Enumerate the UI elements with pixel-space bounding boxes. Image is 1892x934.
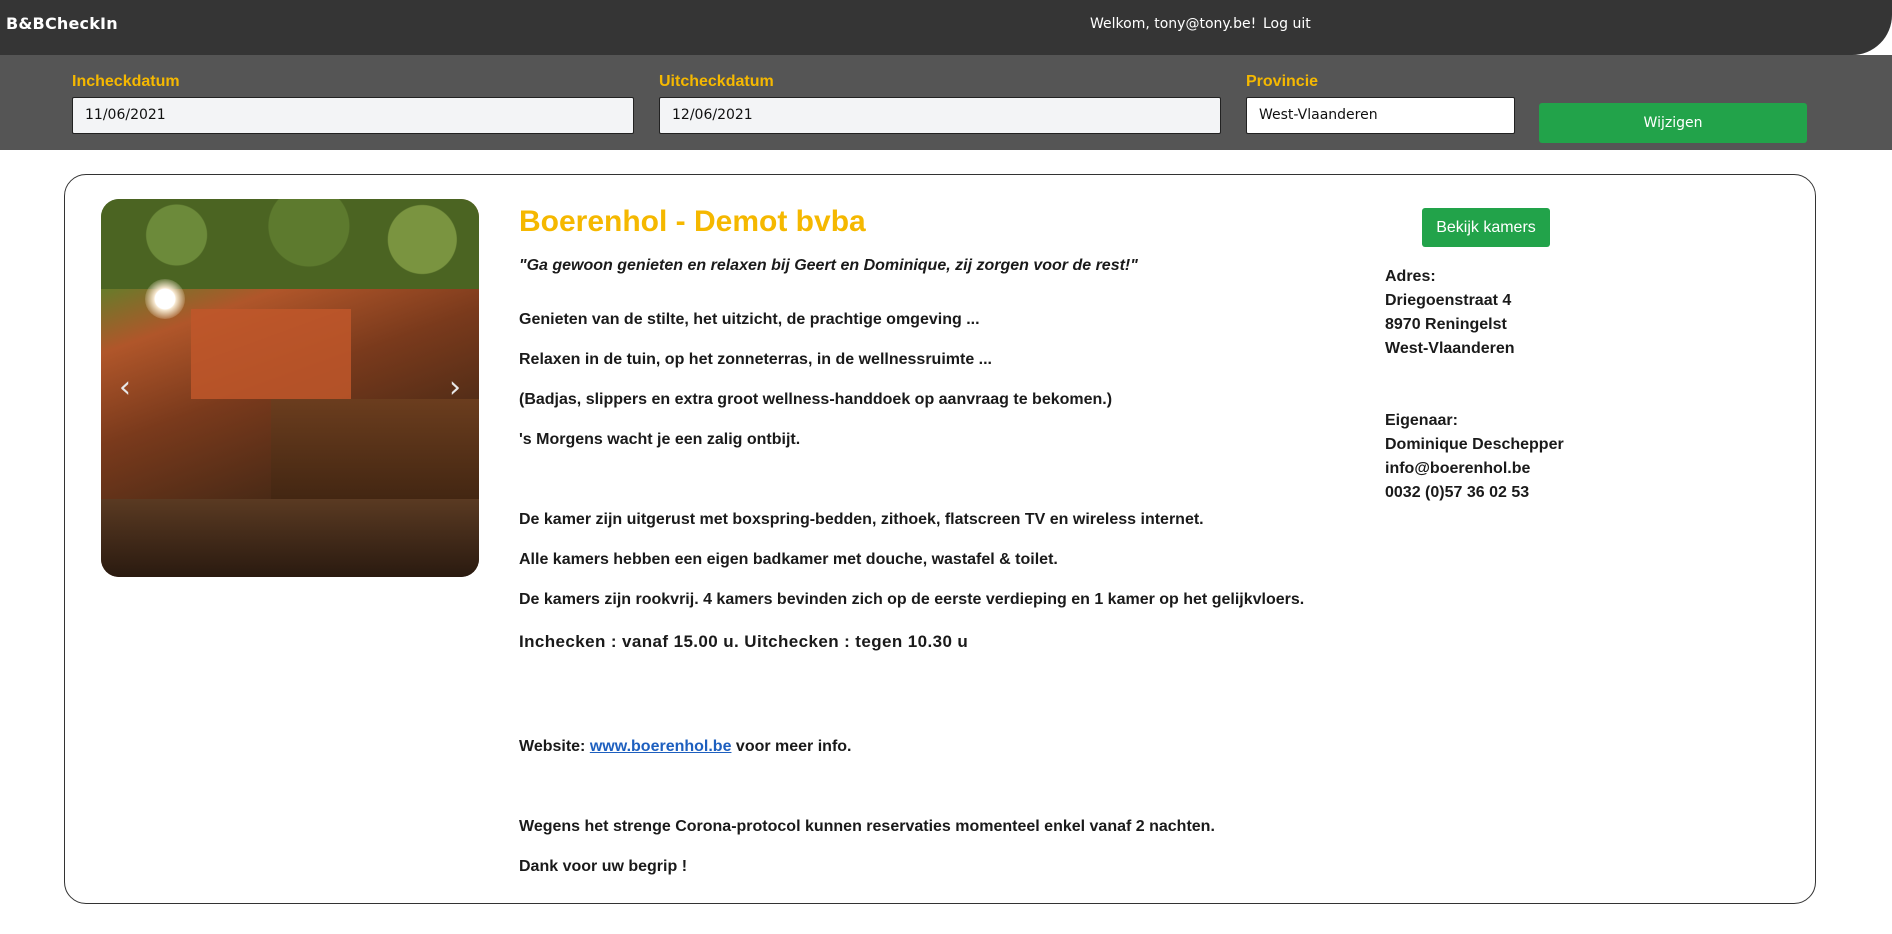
- owner-name: Dominique Deschepper: [1385, 436, 1564, 453]
- thanks-text: Dank voor uw begrip !: [519, 858, 688, 875]
- website-link[interactable]: www.boerenhol.be: [590, 738, 732, 755]
- description-line: 's Morgens wacht je een zalig ontbijt.: [519, 431, 801, 448]
- checkout-date-input[interactable]: 12/06/2021: [659, 97, 1221, 134]
- photo-wall: [191, 309, 351, 399]
- chevron-right-icon[interactable]: ›: [445, 371, 465, 405]
- checkin-date-input[interactable]: 11/06/2021: [72, 97, 634, 134]
- address-street: Driegoenstraat 4: [1385, 292, 1512, 309]
- listing-photo-carousel[interactable]: ‹ ›: [101, 199, 479, 577]
- search-filter-bar: Incheckdatum 11/06/2021 Uitcheckdatum 12…: [0, 55, 1892, 150]
- description-line: Relaxen in de tuin, op het zonneterras, …: [519, 351, 992, 368]
- description-line: De kamers zijn rookvrij. 4 kamers bevind…: [519, 591, 1305, 608]
- photo-foliage: [101, 199, 479, 289]
- brand-logo[interactable]: B&BCheckIn: [6, 14, 118, 33]
- address-province: West-Vlaanderen: [1385, 340, 1515, 357]
- listing-quote: "Ga gewoon genieten en relaxen bij Geert…: [519, 257, 1138, 274]
- corona-notice: Wegens het strenge Corona-protocol kunne…: [519, 818, 1215, 835]
- description-line: (Badjas, slippers en extra groot wellnes…: [519, 391, 1113, 408]
- checkout-label: Uitcheckdatum: [659, 73, 774, 90]
- photo-lamp: [145, 279, 185, 319]
- website-suffix: voor meer info.: [731, 738, 852, 755]
- province-label: Provincie: [1246, 73, 1319, 90]
- top-navbar: B&BCheckIn Welkom, tony@tony.be! Log uit: [0, 0, 1892, 55]
- checkin-times: Inchecken : vanaf 15.00 u. Uitchecken : …: [519, 632, 969, 651]
- description-line: De kamer zijn uitgerust met boxspring-be…: [519, 511, 1204, 528]
- wijzigen-button[interactable]: Wijzigen: [1539, 103, 1807, 143]
- listing-card: ‹ › Boerenhol - Demot bvba "Ga gewoon ge…: [64, 174, 1816, 904]
- description-line: Genieten van de stilte, het uitzicht, de…: [519, 311, 980, 328]
- description-line: Alle kamers hebben een eigen badkamer me…: [519, 551, 1058, 568]
- owner-block: Eigenaar: Dominique Deschepper info@boer…: [1385, 409, 1564, 505]
- owner-heading: Eigenaar:: [1385, 412, 1458, 429]
- photo-floor: [101, 499, 479, 577]
- address-heading: Adres:: [1385, 268, 1436, 285]
- owner-phone: 0032 (0)57 36 02 53: [1385, 484, 1530, 501]
- owner-email: info@boerenhol.be: [1385, 460, 1531, 477]
- view-rooms-button[interactable]: Bekijk kamers: [1422, 208, 1550, 247]
- address-city: 8970 Reningelst: [1385, 316, 1507, 333]
- province-select[interactable]: West-Vlaanderen: [1246, 97, 1515, 134]
- welcome-text: Welkom, tony@tony.be!: [1090, 16, 1257, 32]
- website-line: Website: www.boerenhol.be voor meer info…: [519, 738, 852, 756]
- website-prefix: Website:: [519, 738, 590, 755]
- listing-title: Boerenhol - Demot bvba: [519, 205, 866, 238]
- logout-link[interactable]: Log uit: [1263, 16, 1311, 32]
- chevron-left-icon[interactable]: ‹: [115, 371, 135, 405]
- checkin-label: Incheckdatum: [72, 73, 180, 90]
- address-block: Adres: Driegoenstraat 4 8970 Reningelst …: [1385, 265, 1515, 361]
